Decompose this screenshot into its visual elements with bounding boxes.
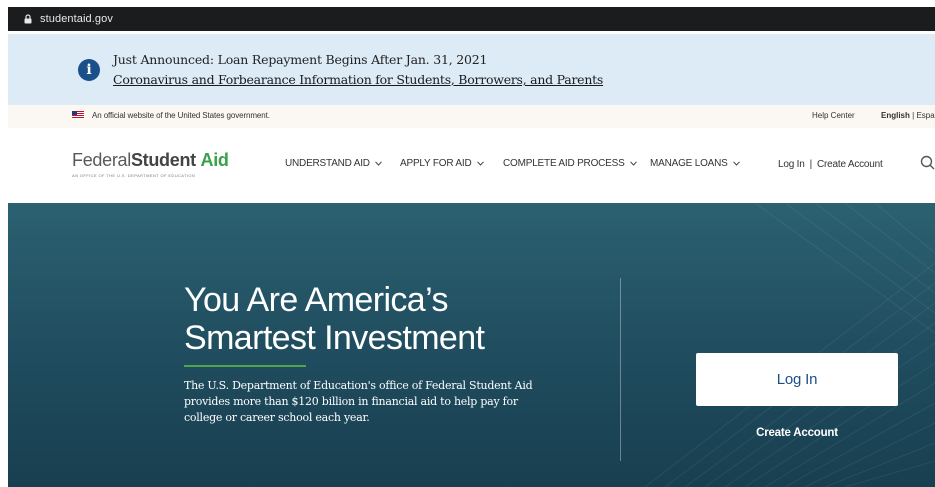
nav-understand-aid-label: UNDERSTAND AID <box>285 158 370 169</box>
hero-description: The U.S. Department of Education's offic… <box>184 379 533 424</box>
language-english[interactable]: English <box>881 111 910 120</box>
nav-complete-aid-process-label: COMPLETE AID PROCESS <box>503 158 625 169</box>
hero-title-line-2: Smartest Investment <box>184 319 485 357</box>
official-website-text[interactable]: An official website of the United States… <box>92 111 270 120</box>
language-spanish[interactable]: Espa <box>916 111 934 120</box>
create-account-link[interactable]: Create Account <box>696 427 898 439</box>
lock-icon <box>22 13 34 25</box>
url-text: studentaid.gov <box>40 13 113 25</box>
nav-understand-aid[interactable]: UNDERSTAND AID <box>285 158 382 169</box>
login-button[interactable]: Log In <box>696 353 898 406</box>
chevron-down-icon <box>476 161 484 166</box>
chevron-down-icon <box>374 161 382 166</box>
announcement-headline: Just Announced: Loan Repayment Begins Af… <box>113 52 488 67</box>
federal-student-aid-logo[interactable]: FederalStudent Aid AN OFFICE OF THE U.S.… <box>72 150 229 184</box>
language-switcher: English | Espa <box>881 111 935 120</box>
logo-student: Student <box>130 150 196 170</box>
help-center-link[interactable]: Help Center <box>812 111 855 120</box>
nav-apply-for-aid[interactable]: APPLY FOR AID <box>400 158 484 169</box>
hero-accent-rule <box>184 365 306 367</box>
nav-apply-for-aid-label: APPLY FOR AID <box>400 158 472 169</box>
main-navigation: FederalStudent Aid AN OFFICE OF THE U.S.… <box>8 128 935 203</box>
us-flag-icon <box>72 111 84 119</box>
nav-manage-loans-label: MANAGE LOANS <box>650 158 728 169</box>
info-icon: i <box>78 59 100 81</box>
chevron-down-icon <box>629 161 637 166</box>
logo-aid: Aid <box>200 150 229 170</box>
gov-banner: An official website of the United States… <box>8 105 935 128</box>
language-separator: | <box>912 111 915 120</box>
search-icon[interactable] <box>920 155 935 170</box>
announcement-banner: i Just Announced: Loan Repayment Begins … <box>8 34 935 105</box>
hero-title-line-1: You Are America’s <box>184 281 448 319</box>
logo-tagline: AN OFFICE OF THE U.S. DEPARTMENT OF EDUC… <box>72 173 196 178</box>
hero-divider <box>620 278 621 461</box>
nav-create-account-link[interactable]: Create Account <box>817 159 883 170</box>
chevron-down-icon <box>732 161 740 166</box>
hero-section: You Are America’s Smartest Investment Th… <box>8 203 935 487</box>
nav-manage-loans[interactable]: MANAGE LOANS <box>650 158 740 169</box>
logo-wordmark: FederalStudent Aid <box>72 150 229 171</box>
announcement-link[interactable]: Coronavirus and Forbearance Information … <box>113 72 603 87</box>
hero-title: You Are America’s Smartest Investment <box>184 281 485 357</box>
logo-federal: Federal <box>72 150 131 170</box>
hero-background-pattern <box>644 203 935 487</box>
nav-separator: | <box>809 159 813 170</box>
nav-login-link[interactable]: Log In <box>778 159 805 170</box>
account-links: Log In | Create Account <box>778 159 883 170</box>
nav-complete-aid-process[interactable]: COMPLETE AID PROCESS <box>503 158 637 169</box>
browser-address-bar[interactable]: studentaid.gov <box>8 7 935 31</box>
